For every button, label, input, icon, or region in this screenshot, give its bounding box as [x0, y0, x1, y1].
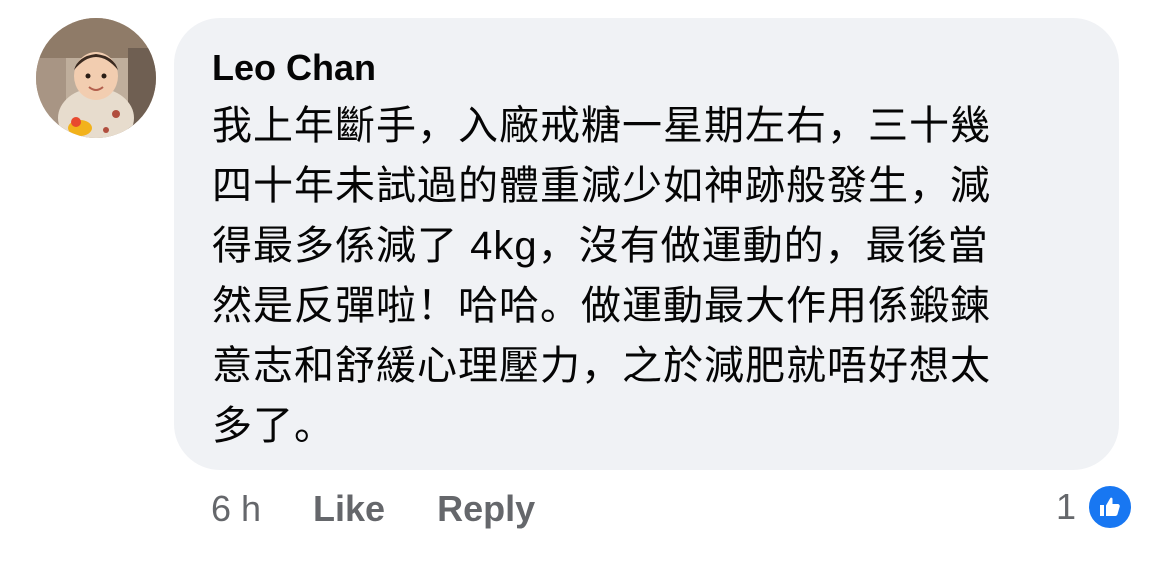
reply-button[interactable]: Reply — [437, 488, 535, 530]
comment-text-line: 得最多係減了 4kg，沒有做運動的，最後當 — [212, 224, 989, 268]
comment-actions: 6 h Like Reply — [211, 486, 587, 532]
comment-author[interactable]: Leo Chan — [212, 46, 1085, 90]
comment-text-line: 我上年斷手，入廠戒糖一星期左右，三十幾 — [212, 104, 991, 148]
comment-text-line: 意志和舒緩心理壓力，之於減肥就唔好想太 — [212, 344, 991, 388]
comment-timestamp[interactable]: 6 h — [211, 488, 261, 530]
comment-text-line: 然是反彈啦！哈哈。做運動最大作用係鍛鍊 — [212, 284, 991, 328]
comment-text-line: 四十年未試過的體重減少如神跡般發生，減 — [212, 164, 991, 208]
comment-bubble: Leo Chan 我上年斷手，入廠戒糖一星期左右，三十幾 四十年未試過的體重減少… — [174, 18, 1119, 470]
comment-text: 我上年斷手，入廠戒糖一星期左右，三十幾 四十年未試過的體重減少如神跡般發生，減 … — [212, 96, 1085, 456]
comment-text-line: 多了。 — [212, 404, 335, 448]
reaction-count: 1 — [1055, 486, 1076, 527]
thumbs-up-icon — [1086, 483, 1134, 531]
avatar[interactable] — [36, 18, 156, 138]
reaction-summary[interactable]: 1 — [1056, 482, 1134, 532]
avatar-photo — [36, 18, 156, 138]
like-button[interactable]: Like — [313, 488, 385, 530]
